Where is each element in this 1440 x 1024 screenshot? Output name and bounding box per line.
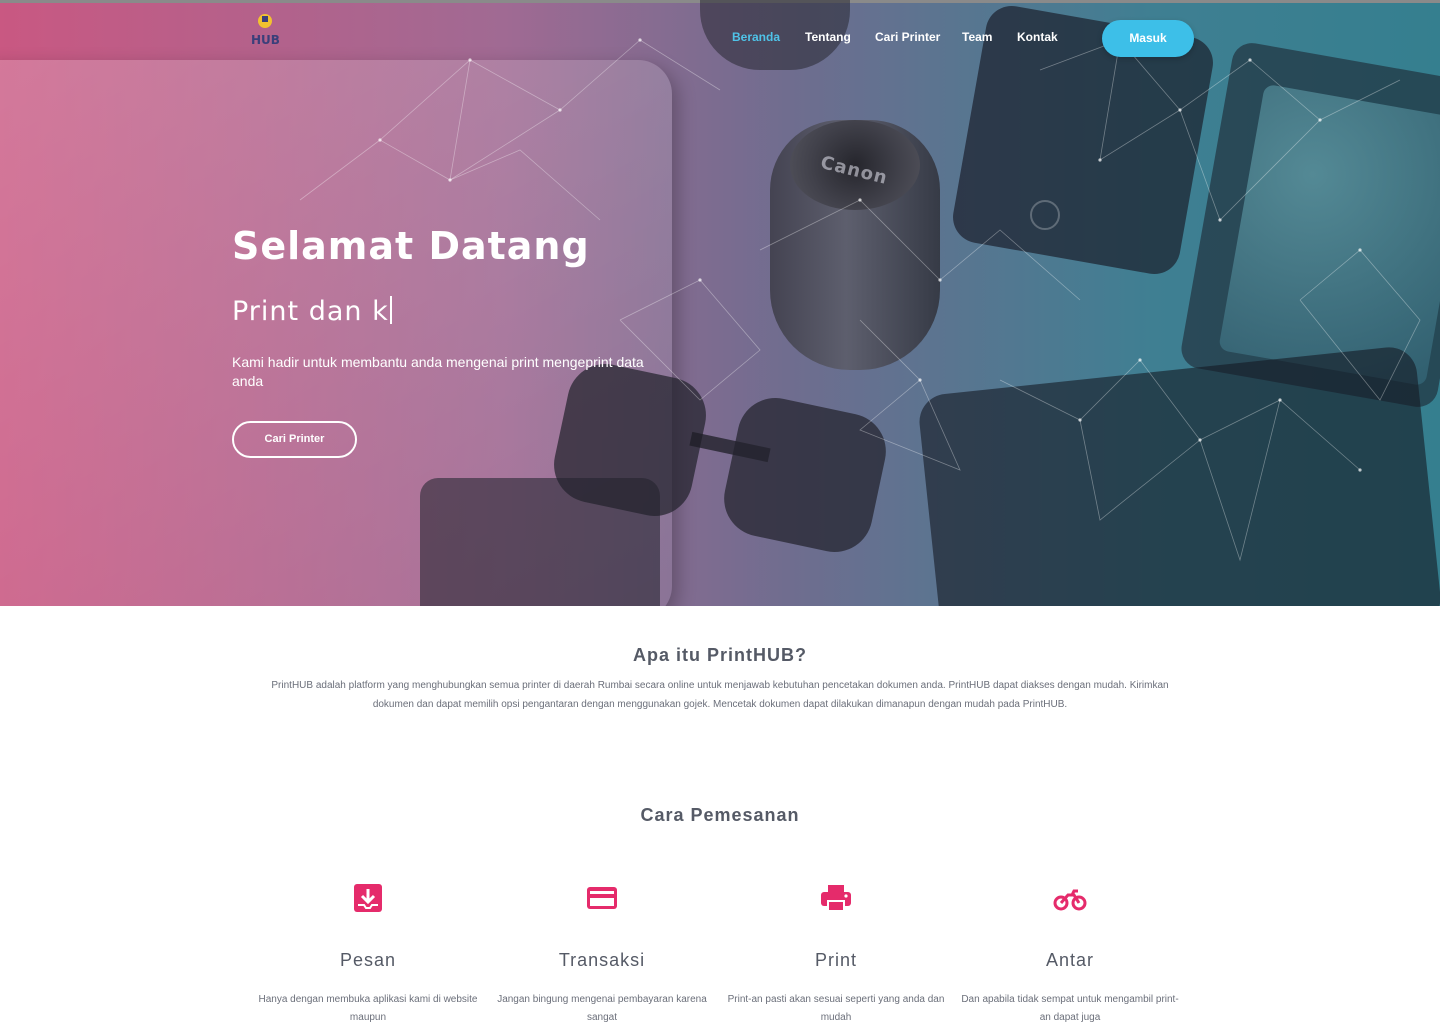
step-desc: Hanya dengan membuka aplikasi kami di we… xyxy=(258,994,478,1023)
typed-text: Print dan k xyxy=(232,296,389,327)
step-print: Print Print-an pasti akan sesuai seperti… xyxy=(726,880,946,1024)
step-antar: Antar Dan apabila tidak sempat untuk men… xyxy=(960,880,1180,1024)
credit-card-icon xyxy=(587,887,617,909)
step-name: Print xyxy=(814,950,857,970)
nav-tentang[interactable]: Tentang xyxy=(805,30,851,44)
find-printer-button[interactable]: Cari Printer xyxy=(232,421,357,458)
svg-text:HUB: HUB xyxy=(251,33,280,47)
about-title: Apa itu PrintHUB? xyxy=(633,645,807,665)
step-name: Pesan xyxy=(339,950,397,970)
hero-subtitle: Print dan k xyxy=(232,296,392,327)
nav-beranda[interactable]: Beranda xyxy=(732,30,780,44)
steps-title: Cara Pemesanan xyxy=(640,805,800,825)
step-desc: Jangan bingung mengenai pembayaran karen… xyxy=(497,994,707,1023)
step-desc: Print-an pasti akan sesuai seperti yang … xyxy=(727,994,945,1023)
step-name: Antar xyxy=(1045,950,1095,970)
hero-title: Selamat Datang xyxy=(232,224,590,268)
nav-cari-printer[interactable]: Cari Printer xyxy=(875,30,940,44)
motorcycle-icon xyxy=(1053,889,1087,911)
login-button[interactable]: Masuk xyxy=(1102,20,1194,57)
nav-kontak[interactable]: Kontak xyxy=(1017,30,1058,44)
step-desc: Dan apabila tidak sempat untuk mengambil… xyxy=(961,994,1179,1023)
step-name: Transaksi xyxy=(558,950,646,970)
inbox-download-icon xyxy=(354,884,382,912)
printer-icon xyxy=(821,885,851,912)
about-text: PrintHUB adalah platform yang menghubung… xyxy=(271,680,1169,710)
hero-section: Canon HUB Beranda Tentang Cari Printer T… xyxy=(0,0,1440,606)
network-lines-decoration xyxy=(299,38,1421,562)
step-transaksi: Transaksi Jangan bingung mengenai pembay… xyxy=(492,880,712,1024)
nav-team[interactable]: Team xyxy=(962,30,992,44)
step-pesan: Pesan Hanya dengan membuka aplikasi kami… xyxy=(258,880,478,1024)
hero-description: Kami hadir untuk membantu anda mengenai … xyxy=(232,354,644,389)
printhub-logo-icon[interactable]: HUB xyxy=(248,12,282,48)
typing-caret xyxy=(389,296,392,324)
